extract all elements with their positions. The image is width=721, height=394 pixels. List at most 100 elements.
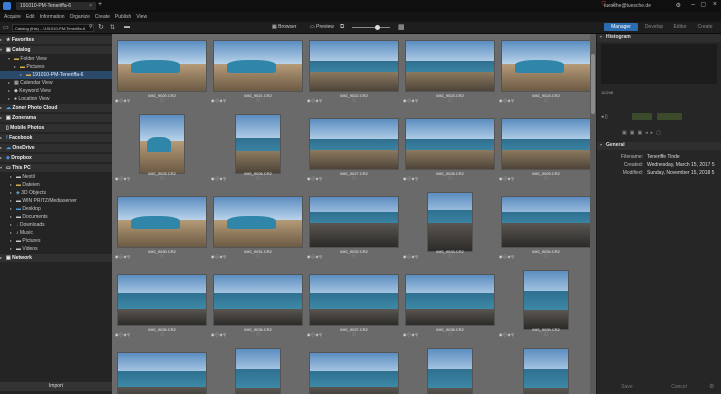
sidebar-item-location-view[interactable]: ▸ ● Location View (0, 95, 112, 103)
minimize-icon[interactable]: – (691, 1, 695, 8)
select-checkbox[interactable] (160, 254, 164, 258)
close-window-icon[interactable]: × (713, 1, 717, 8)
select-checkbox[interactable] (448, 332, 452, 336)
thumbnail[interactable] (405, 40, 495, 92)
save-button[interactable]: Save (607, 383, 647, 391)
menu-acquire[interactable]: Acquire (4, 14, 21, 20)
select-checkbox[interactable] (352, 98, 356, 102)
select-checkbox[interactable] (352, 254, 356, 258)
grid-view-icon[interactable]: ▦ (398, 23, 405, 31)
sidebar-item-current-folder[interactable]: ▸ ▬ 191010-PM-Teneriffa-6 (0, 71, 112, 79)
sidebar-item-pc-5[interactable]: ▸ ▬ Documents (0, 213, 112, 221)
select-checkbox[interactable] (352, 332, 356, 336)
created-value[interactable]: Wednesday, March 15, 2017 5 (647, 162, 719, 168)
select-checkbox[interactable] (448, 254, 452, 258)
path-input[interactable]: Catalog (this) ...\191010-PM-Teneriffa-6 (12, 24, 94, 32)
sidebar-item-onedrive[interactable]: ▸ ☁ OneDrive (0, 144, 112, 152)
thumbnail[interactable] (213, 274, 303, 326)
cancel-button[interactable]: Cancel (659, 383, 699, 391)
refresh-icon[interactable]: ↻ (98, 23, 104, 31)
sidebar-item-facebook[interactable]: ▸ f Facebook (0, 134, 112, 142)
select-checkbox[interactable] (256, 254, 260, 258)
sidebar-item-zonerama[interactable]: ▸ ▣ Zonerama (0, 114, 112, 122)
select-checkbox[interactable] (544, 98, 548, 102)
new-tab-icon[interactable]: + (98, 1, 102, 8)
bell-icon[interactable]: ♫ (612, 2, 617, 8)
sidebar-item-pc-2[interactable]: ▸ ◈ 3D Objects (0, 189, 112, 197)
sidebar-item-pictures[interactable]: ▸ ▬ Pictures (0, 63, 112, 71)
select-checkbox[interactable] (160, 176, 164, 180)
thumbnail[interactable] (117, 352, 207, 394)
thumbnail[interactable] (139, 114, 185, 174)
modified-value[interactable]: Sunday, November 15, 2018 5 (647, 170, 719, 176)
folder-icon[interactable]: ▭ (3, 24, 9, 31)
cart-icon[interactable]: ⛉ (601, 2, 606, 9)
tab-editor[interactable]: Editor (668, 23, 692, 31)
filename-value[interactable]: Teneriffe Tinde (647, 154, 680, 160)
sidebar-item-pc-7[interactable]: ▸ ♪ Music (0, 229, 112, 237)
sidebar-item-pc-4[interactable]: ▸ ▬ Desktop (0, 205, 112, 213)
sort-icon[interactable]: ⇅ (110, 24, 115, 31)
select-checkbox[interactable] (160, 332, 164, 336)
thumbnail[interactable] (501, 40, 591, 92)
sidebar-item-calendar-view[interactable]: ▸ ▦ Calendar View (0, 79, 112, 87)
flag-icon[interactable]: ◂ (601, 114, 604, 120)
share-button[interactable] (632, 113, 652, 120)
menu-create[interactable]: Create (95, 14, 110, 20)
menu-organize[interactable]: Organize (70, 14, 90, 20)
thumbnail[interactable] (235, 114, 281, 174)
tab-create[interactable]: Create (692, 23, 718, 31)
select-checkbox[interactable] (448, 176, 452, 180)
thumbnail[interactable] (309, 352, 399, 394)
copy-icon[interactable]: ▯ (605, 114, 608, 120)
sidebar-item-this-pc[interactable]: ▾ ▭ This PC (0, 164, 112, 172)
select-checkbox[interactable] (256, 98, 260, 102)
menu-publish[interactable]: Publish (115, 14, 131, 20)
thumbnail[interactable] (213, 40, 303, 92)
sidebar-item-mobile-photos[interactable]: ▯ Mobile Photos (0, 124, 112, 132)
thumbnail[interactable] (309, 196, 399, 248)
select-checkbox[interactable] (256, 176, 260, 180)
select-checkbox[interactable] (256, 332, 260, 336)
zoom-slider[interactable] (352, 27, 390, 28)
browser-mode[interactable]: ▦ Browser (272, 24, 296, 30)
zoom-slider-handle[interactable] (375, 25, 380, 30)
sidebar-item-pc-3[interactable]: ▸ ▬ WIN PRITZ/Mediaserver (0, 197, 112, 205)
settings-icon[interactable]: ⚙ (676, 2, 681, 9)
menu-edit[interactable]: Edit (26, 14, 35, 20)
sidebar-item-pc-8[interactable]: ▸ ▬ Pictures (0, 237, 112, 245)
thumbnail[interactable] (213, 196, 303, 248)
thumbnail[interactable] (117, 274, 207, 326)
sidebar-item-network[interactable]: ▸ ▣ Network (0, 254, 112, 262)
close-tab-icon[interactable]: × (89, 2, 92, 10)
select-checkbox[interactable] (352, 176, 356, 180)
new-folder-icon[interactable]: ▬ (124, 24, 130, 30)
thumbnail[interactable] (117, 40, 207, 92)
sidebar-item-favorites[interactable]: ▸ ★ Favorites (0, 36, 112, 44)
select-checkbox[interactable] (448, 98, 452, 102)
tab-develop[interactable]: Develop (640, 23, 668, 31)
thumbnail[interactable] (117, 196, 207, 248)
general-header[interactable]: ▾ General (597, 142, 721, 150)
sidebar-item-pc-1[interactable]: ▸ ▬ Dateien (0, 181, 112, 189)
sidebar-item-zoner-cloud[interactable]: ▸ ☁ Zoner Photo Cloud (0, 104, 112, 112)
scrollbar-thumb[interactable] (591, 54, 595, 114)
thumbnail[interactable] (309, 118, 399, 170)
thumbnail[interactable] (427, 192, 473, 252)
settings-icon[interactable]: ⚙ (709, 383, 714, 390)
select-checkbox[interactable] (544, 176, 548, 180)
select-checkbox[interactable] (160, 98, 164, 102)
menu-view[interactable]: View (136, 14, 147, 20)
thumbnail[interactable] (309, 40, 399, 92)
grid-scrollbar[interactable] (590, 34, 596, 394)
sidebar-item-catalog[interactable]: ▾ ▣ Catalog (0, 46, 112, 54)
thumbnail[interactable] (427, 348, 473, 394)
publish-button[interactable] (657, 113, 682, 120)
sidebar-item-pc-6[interactable]: ▸ ↓ Downloads (0, 221, 112, 229)
document-tab[interactable]: 191010-PM-Teneriffa-6 × (16, 2, 96, 10)
menu-information[interactable]: Information (40, 14, 65, 20)
thumbnail[interactable] (309, 274, 399, 326)
action-icons[interactable]: ▣▣▣◂▸▢ (622, 130, 664, 136)
import-button[interactable]: Import (0, 382, 112, 391)
sidebar-item-pc-0[interactable]: ▸ ▬ Nextil (0, 173, 112, 181)
